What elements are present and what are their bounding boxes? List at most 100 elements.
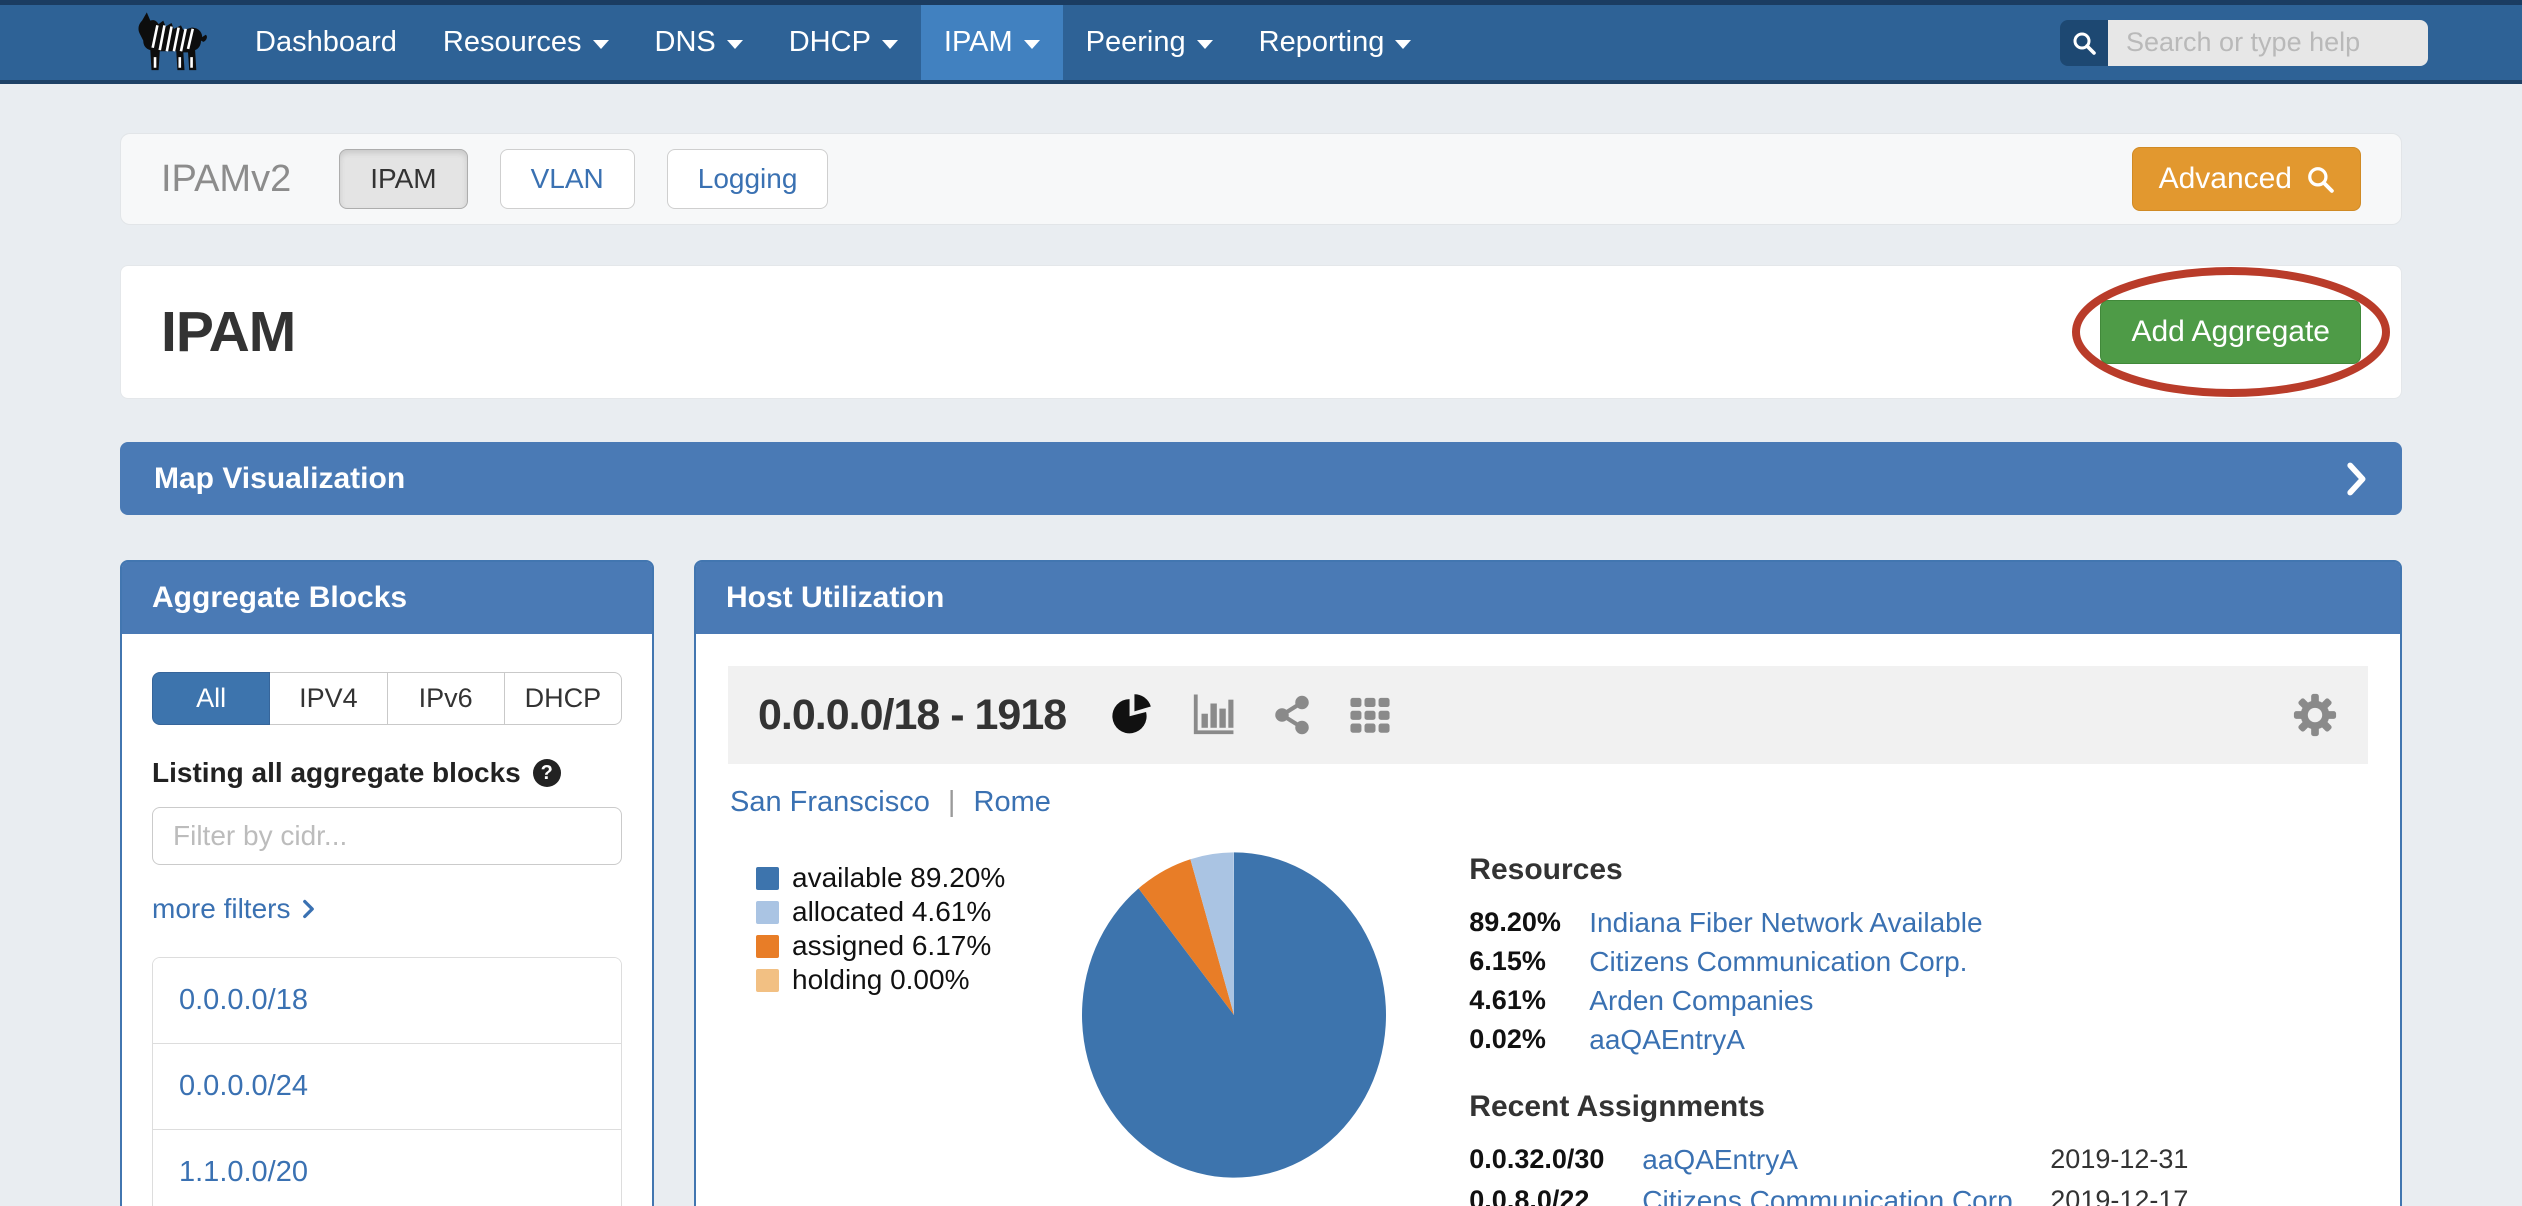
aggregate-block-item[interactable]: 0.0.0.0/18: [153, 958, 621, 1043]
utilization-content: available 89.20% allocated 4.61% assigne…: [728, 853, 2368, 1206]
listing-label: Listing all aggregate blocks: [152, 757, 521, 789]
chevron-down-icon: [1024, 40, 1040, 49]
aggregate-blocks-panel: Aggregate Blocks All IPV4 IPv6 DHCP List…: [120, 560, 654, 1206]
nav-item-reporting[interactable]: Reporting: [1236, 5, 1435, 80]
recent-assignments-table: 0.0.32.0/30aaQAEntryA2019-12-31 0.0.8.0/…: [1469, 1144, 2188, 1206]
map-visualization-title: Map Visualization: [154, 462, 405, 496]
gear-icon[interactable]: [2292, 692, 2338, 738]
top-navbar: Dashboard Resources DNS DHCP IPAM Peerin…: [0, 0, 2522, 84]
nav-item-dns[interactable]: DNS: [632, 5, 766, 80]
filter-ipv4-button[interactable]: IPV4: [270, 672, 387, 725]
nav-label: Reporting: [1259, 26, 1385, 59]
resource-link[interactable]: Arden Companies: [1589, 985, 2188, 1017]
nav-label: IPAM: [944, 26, 1013, 59]
ipamv2-toolbar: IPAMv2 IPAM VLAN Logging Advanced: [120, 133, 2402, 225]
legend-label: holding 0.00%: [792, 964, 969, 996]
main-menu: Dashboard Resources DNS DHCP IPAM Peerin…: [232, 5, 1434, 80]
resources-heading: Resources: [1469, 853, 2188, 887]
chevron-down-icon: [727, 40, 743, 49]
advanced-label: Advanced: [2159, 162, 2292, 196]
nav-item-dhcp[interactable]: DHCP: [766, 5, 921, 80]
add-aggregate-button[interactable]: Add Aggregate: [2100, 300, 2361, 364]
legend-item-assigned: assigned 6.17%: [756, 929, 1005, 963]
legend-swatch: [756, 867, 779, 890]
location-link-san-franscisco[interactable]: San Franscisco: [730, 786, 930, 818]
resource-link[interactable]: Indiana Fiber Network Available: [1589, 907, 2188, 939]
block-type-filter: All IPV4 IPv6 DHCP: [152, 672, 622, 725]
search-icon[interactable]: [2060, 20, 2108, 66]
more-filters-link[interactable]: more filters: [152, 893, 315, 925]
resource-percent: 0.02%: [1469, 1024, 1581, 1056]
filter-ipv6-button[interactable]: IPv6: [388, 672, 505, 725]
legend-swatch: [756, 901, 779, 924]
nav-label: Dashboard: [255, 26, 397, 59]
map-visualization-bar[interactable]: Map Visualization: [120, 442, 2402, 515]
page: Dashboard Resources DNS DHCP IPAM Peerin…: [0, 0, 2522, 1206]
view-tabs: IPAM VLAN Logging: [339, 149, 828, 209]
aggregate-block-list: 0.0.0.0/18 0.0.0.0/24 1.1.0.0/20 1.1.16.…: [152, 957, 622, 1206]
help-icon[interactable]: ?: [533, 759, 561, 787]
host-utilization-header: Host Utilization: [696, 562, 2400, 634]
aggregate-blocks-body: All IPV4 IPv6 DHCP Listing all aggregate…: [122, 634, 652, 1206]
legend-label: available 89.20%: [792, 862, 1005, 894]
page-title: IPAM: [161, 299, 295, 365]
zebra-logo[interactable]: [116, 5, 220, 80]
resource-percent: 89.20%: [1469, 907, 1581, 939]
tab-vlan[interactable]: VLAN: [500, 149, 635, 209]
legend-item-allocated: allocated 4.61%: [756, 895, 1005, 929]
aggregate-block-item[interactable]: 1.1.0.0/20: [153, 1129, 621, 1206]
pie-chart-wrap: [1069, 837, 1399, 1198]
nav-item-peering[interactable]: Peering: [1063, 5, 1236, 80]
share-icon[interactable]: [1272, 695, 1312, 735]
aggregate-block-item[interactable]: 0.0.0.0/24: [153, 1043, 621, 1129]
search-icon: [2306, 165, 2334, 193]
cidr-filter-input[interactable]: [152, 807, 622, 865]
main-content: IPAMv2 IPAM VLAN Logging Advanced IPAM A…: [0, 133, 2522, 1206]
legend-label: allocated 4.61%: [792, 896, 991, 928]
add-aggregate-wrap: Add Aggregate: [2100, 300, 2361, 364]
page-title-card: IPAM Add Aggregate: [120, 265, 2402, 399]
location-link-rome[interactable]: Rome: [974, 786, 1051, 818]
grid-icon[interactable]: [1348, 693, 1392, 737]
legend-item-available: available 89.20%: [756, 861, 1005, 895]
listing-label-row: Listing all aggregate blocks ?: [152, 757, 622, 789]
filter-dhcp-button[interactable]: DHCP: [505, 672, 622, 725]
host-utilization-body: 0.0.0.0/18 - 1918: [696, 634, 2400, 1206]
chevron-down-icon: [593, 40, 609, 49]
app-title: IPAMv2: [161, 158, 291, 201]
assignment-cidr: 0.0.8.0/22: [1469, 1185, 1634, 1206]
pie-legend: available 89.20% allocated 4.61% assigne…: [756, 861, 1005, 997]
aggregate-blocks-header: Aggregate Blocks: [122, 562, 652, 634]
assignment-link[interactable]: aaQAEntryA: [1642, 1144, 2042, 1176]
legend-swatch: [756, 969, 779, 992]
nav-label: Peering: [1086, 26, 1186, 59]
assignment-date: 2019-12-31: [2050, 1144, 2188, 1176]
nav-label: DHCP: [789, 26, 871, 59]
host-utilization-pie-chart: [1069, 837, 1399, 1193]
block-subheader: 0.0.0.0/18 - 1918: [728, 666, 2368, 764]
more-filters-label: more filters: [152, 893, 290, 925]
advanced-search-button[interactable]: Advanced: [2132, 147, 2361, 211]
nav-item-ipam[interactable]: IPAM: [921, 5, 1063, 80]
resource-percent: 6.15%: [1469, 946, 1581, 978]
resource-link[interactable]: Citizens Communication Corp.: [1589, 946, 2188, 978]
tab-ipam[interactable]: IPAM: [339, 149, 467, 209]
nav-item-resources[interactable]: Resources: [420, 5, 632, 80]
chart-mode-icons: [1110, 692, 1392, 738]
filter-all-button[interactable]: All: [152, 672, 270, 725]
recent-assignments-heading: Recent Assignments: [1469, 1090, 2188, 1124]
search-input[interactable]: [2108, 20, 2428, 66]
chart-bar-icon[interactable]: [1190, 692, 1236, 738]
chevron-right-icon: [302, 899, 315, 919]
resource-percent: 4.61%: [1469, 985, 1581, 1017]
separator: |: [948, 786, 956, 818]
block-title: 0.0.0.0/18 - 1918: [758, 691, 1066, 740]
resource-link[interactable]: aaQAEntryA: [1589, 1024, 2188, 1056]
chevron-down-icon: [1395, 40, 1411, 49]
dashboard-columns: Aggregate Blocks All IPV4 IPv6 DHCP List…: [120, 560, 2402, 1206]
location-links: San Franscisco | Rome: [728, 786, 2368, 819]
nav-item-dashboard[interactable]: Dashboard: [232, 5, 420, 80]
chart-pie-icon[interactable]: [1110, 693, 1154, 737]
assignment-link[interactable]: Citizens Communication Corp.: [1642, 1185, 2042, 1206]
tab-logging[interactable]: Logging: [667, 149, 829, 209]
